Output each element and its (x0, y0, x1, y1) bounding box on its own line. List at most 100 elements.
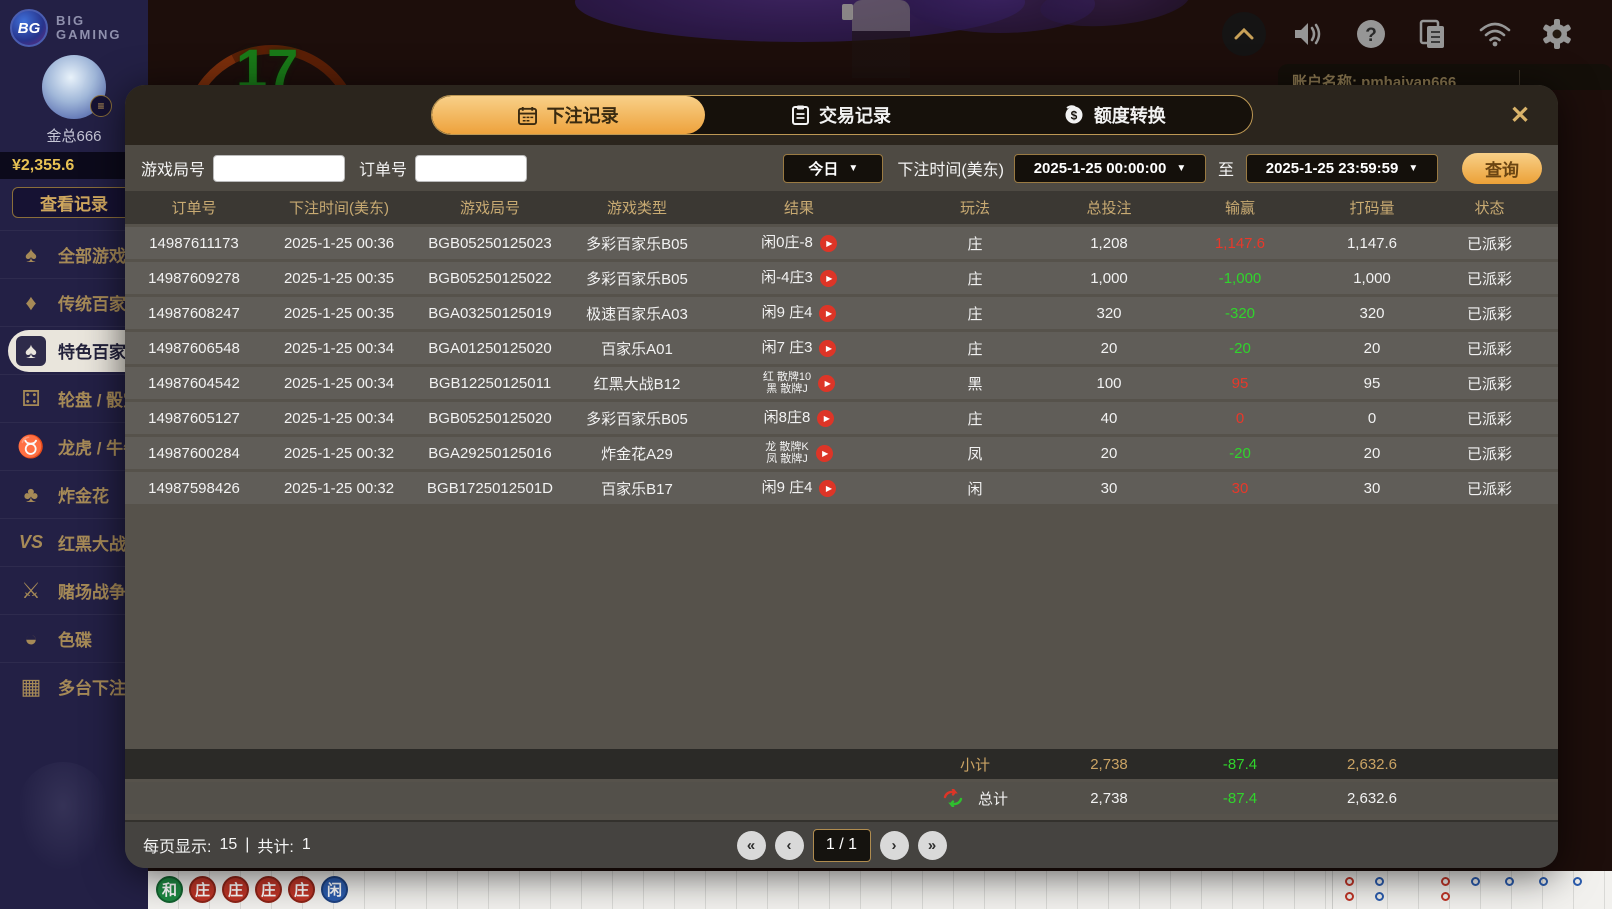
cell-play-type: 庄 (889, 408, 1061, 429)
toolbar: ? (1222, 12, 1576, 56)
brand-name-line2: GAMING (56, 28, 121, 42)
cell-turnover: 320 (1323, 305, 1421, 322)
subtotal-turnover: 2,632.6 (1323, 756, 1421, 773)
replay-play-icon[interactable]: ▶ (818, 375, 835, 392)
cell-turnover: 20 (1323, 445, 1421, 462)
cell-status: 已派彩 (1421, 478, 1558, 499)
date-range-select[interactable]: 今日▼ (783, 154, 883, 183)
cell-play-type: 庄 (889, 303, 1061, 324)
end-datetime-select[interactable]: 2025-1-25 23:59:59▼ (1246, 154, 1438, 183)
table-row: 14987609278 2025-1-25 00:35 BGB052501250… (125, 262, 1558, 294)
cell-bet-time: 2025-1-25 00:34 (263, 410, 415, 427)
cell-play-type: 庄 (889, 268, 1061, 289)
cell-order-no: 14987611173 (125, 235, 263, 252)
refresh-swap-icon[interactable] (942, 789, 964, 807)
cell-game-type: 红黑大战B12 (565, 373, 709, 394)
to-label: 至 (1218, 156, 1234, 180)
swords-icon: ⚔ (16, 578, 46, 604)
replay-play-icon[interactable]: ▶ (819, 340, 836, 357)
total-turnover: 2,632.6 (1323, 790, 1421, 807)
small-road-dot (1345, 877, 1354, 886)
cell-bet-time: 2025-1-25 00:36 (263, 235, 415, 252)
prev-page-button[interactable]: ‹ (775, 831, 804, 860)
bead-banker: 庄 (255, 876, 282, 903)
cell-bet-time: 2025-1-25 00:35 (263, 305, 415, 322)
small-road (1332, 871, 1612, 909)
subtotal-winloss: -87.4 (1157, 756, 1323, 773)
help-icon[interactable]: ? (1352, 15, 1390, 53)
tab-bet-records[interactable]: 下注记录 (432, 96, 705, 134)
bead-banker: 庄 (222, 876, 249, 903)
cell-total-bet: 40 (1061, 410, 1157, 427)
table-row: 14987598426 2025-1-25 00:32 BGB172501250… (125, 472, 1558, 504)
col-bet-time: 下注时间(美东) (263, 197, 415, 218)
cell-order-no: 14987600284 (125, 445, 263, 462)
cell-game-type: 百家乐B17 (565, 478, 709, 499)
replay-play-icon[interactable]: ▶ (820, 235, 837, 252)
col-game-type: 游戏类型 (565, 197, 709, 218)
round-number-input[interactable] (213, 155, 345, 182)
cell-order-no: 14987606548 (125, 340, 263, 357)
cell-status: 已派彩 (1421, 268, 1558, 289)
close-icon[interactable]: ✕ (1502, 97, 1538, 133)
cell-result: 闲0庄-8 ▶ (709, 235, 889, 252)
next-page-button[interactable]: › (880, 831, 909, 860)
roulette-dice-icon: ⚃ (16, 386, 46, 412)
cell-order-no: 14987598426 (125, 480, 263, 497)
per-page-value: 15 (219, 836, 237, 854)
cell-game-type: 多彩百家乐B05 (565, 408, 709, 429)
cell-game-type: 百家乐A01 (565, 338, 709, 359)
first-page-button[interactable]: « (737, 831, 766, 860)
small-road-dot (1505, 877, 1514, 886)
page-indicator: 1 / 1 (813, 829, 871, 862)
result-line2: 凤 散牌J (765, 453, 808, 465)
replay-play-icon[interactable]: ▶ (820, 270, 837, 287)
view-records-button[interactable]: 查看记录 (12, 187, 136, 218)
wifi-icon[interactable] (1476, 15, 1514, 53)
col-round-no: 游戏局号 (415, 197, 565, 218)
cell-round-no: BGA29250125016 (415, 445, 565, 462)
chevron-down-icon: ▼ (848, 163, 858, 174)
cell-result: 红 散牌10 黑 散牌J ▶ (709, 371, 889, 395)
avatar-menu-icon[interactable]: ≡ (90, 95, 112, 117)
cell-play-type: 黑 (889, 373, 1061, 394)
brand-logo: BG BIG GAMING (0, 0, 148, 47)
start-datetime-select[interactable]: 2025-1-25 00:00:00▼ (1014, 154, 1206, 183)
cell-round-no: BGB05250125020 (415, 410, 565, 427)
cell-round-no: BGB1725012501D (415, 480, 565, 497)
result-line2: 黑 散牌J (763, 383, 811, 395)
cell-round-no: BGB05250125022 (415, 270, 565, 287)
col-turnover: 打码量 (1323, 197, 1421, 218)
cell-result: 闲9 庄4 ▶ (709, 480, 889, 497)
last-page-button[interactable]: » (918, 831, 947, 860)
col-status: 状态 (1421, 197, 1558, 218)
result-line1: 闲-4庄3 (761, 270, 813, 286)
balance-value: ¥2,355.6 (12, 157, 74, 175)
cell-result: 闲7 庄3 ▶ (709, 340, 889, 357)
cell-result: 龙 散牌K 凤 散牌J ▶ (709, 441, 889, 465)
bead-road-strip: 和庄庄庄庄闲 (148, 871, 1612, 909)
copy-icon[interactable] (1414, 15, 1452, 53)
chevron-up-icon[interactable] (1222, 12, 1266, 56)
search-button[interactable]: 查询 (1462, 153, 1542, 184)
replay-play-icon[interactable]: ▶ (819, 305, 836, 322)
order-number-input[interactable] (415, 155, 527, 182)
cell-turnover: 20 (1323, 340, 1421, 357)
total-count-label: 共计: (257, 833, 293, 857)
cell-win-loss: 30 (1157, 480, 1323, 497)
tab-credit-transfer[interactable]: $ 额度转换 (978, 96, 1251, 134)
replay-play-icon[interactable]: ▶ (817, 410, 834, 427)
volume-icon[interactable] (1290, 15, 1328, 53)
settings-gear-icon[interactable] (1538, 15, 1576, 53)
table-row: 14987600284 2025-1-25 00:32 BGA292501250… (125, 437, 1558, 469)
records-modal: 下注记录 交易记录 $ 额度转换 ✕ 游戏局号 订单号 今日▼ 下注时间(美东)… (125, 85, 1558, 868)
result-line1: 闲7 庄3 (762, 340, 813, 356)
cell-order-no: 14987604542 (125, 375, 263, 392)
col-order-no: 订单号 (125, 197, 263, 218)
replay-play-icon[interactable]: ▶ (816, 445, 833, 462)
bg-logo-icon: BG (10, 9, 48, 47)
cell-status: 已派彩 (1421, 408, 1558, 429)
cell-total-bet: 20 (1061, 340, 1157, 357)
replay-play-icon[interactable]: ▶ (819, 480, 836, 497)
tab-transaction-records[interactable]: 交易记录 (705, 96, 978, 134)
